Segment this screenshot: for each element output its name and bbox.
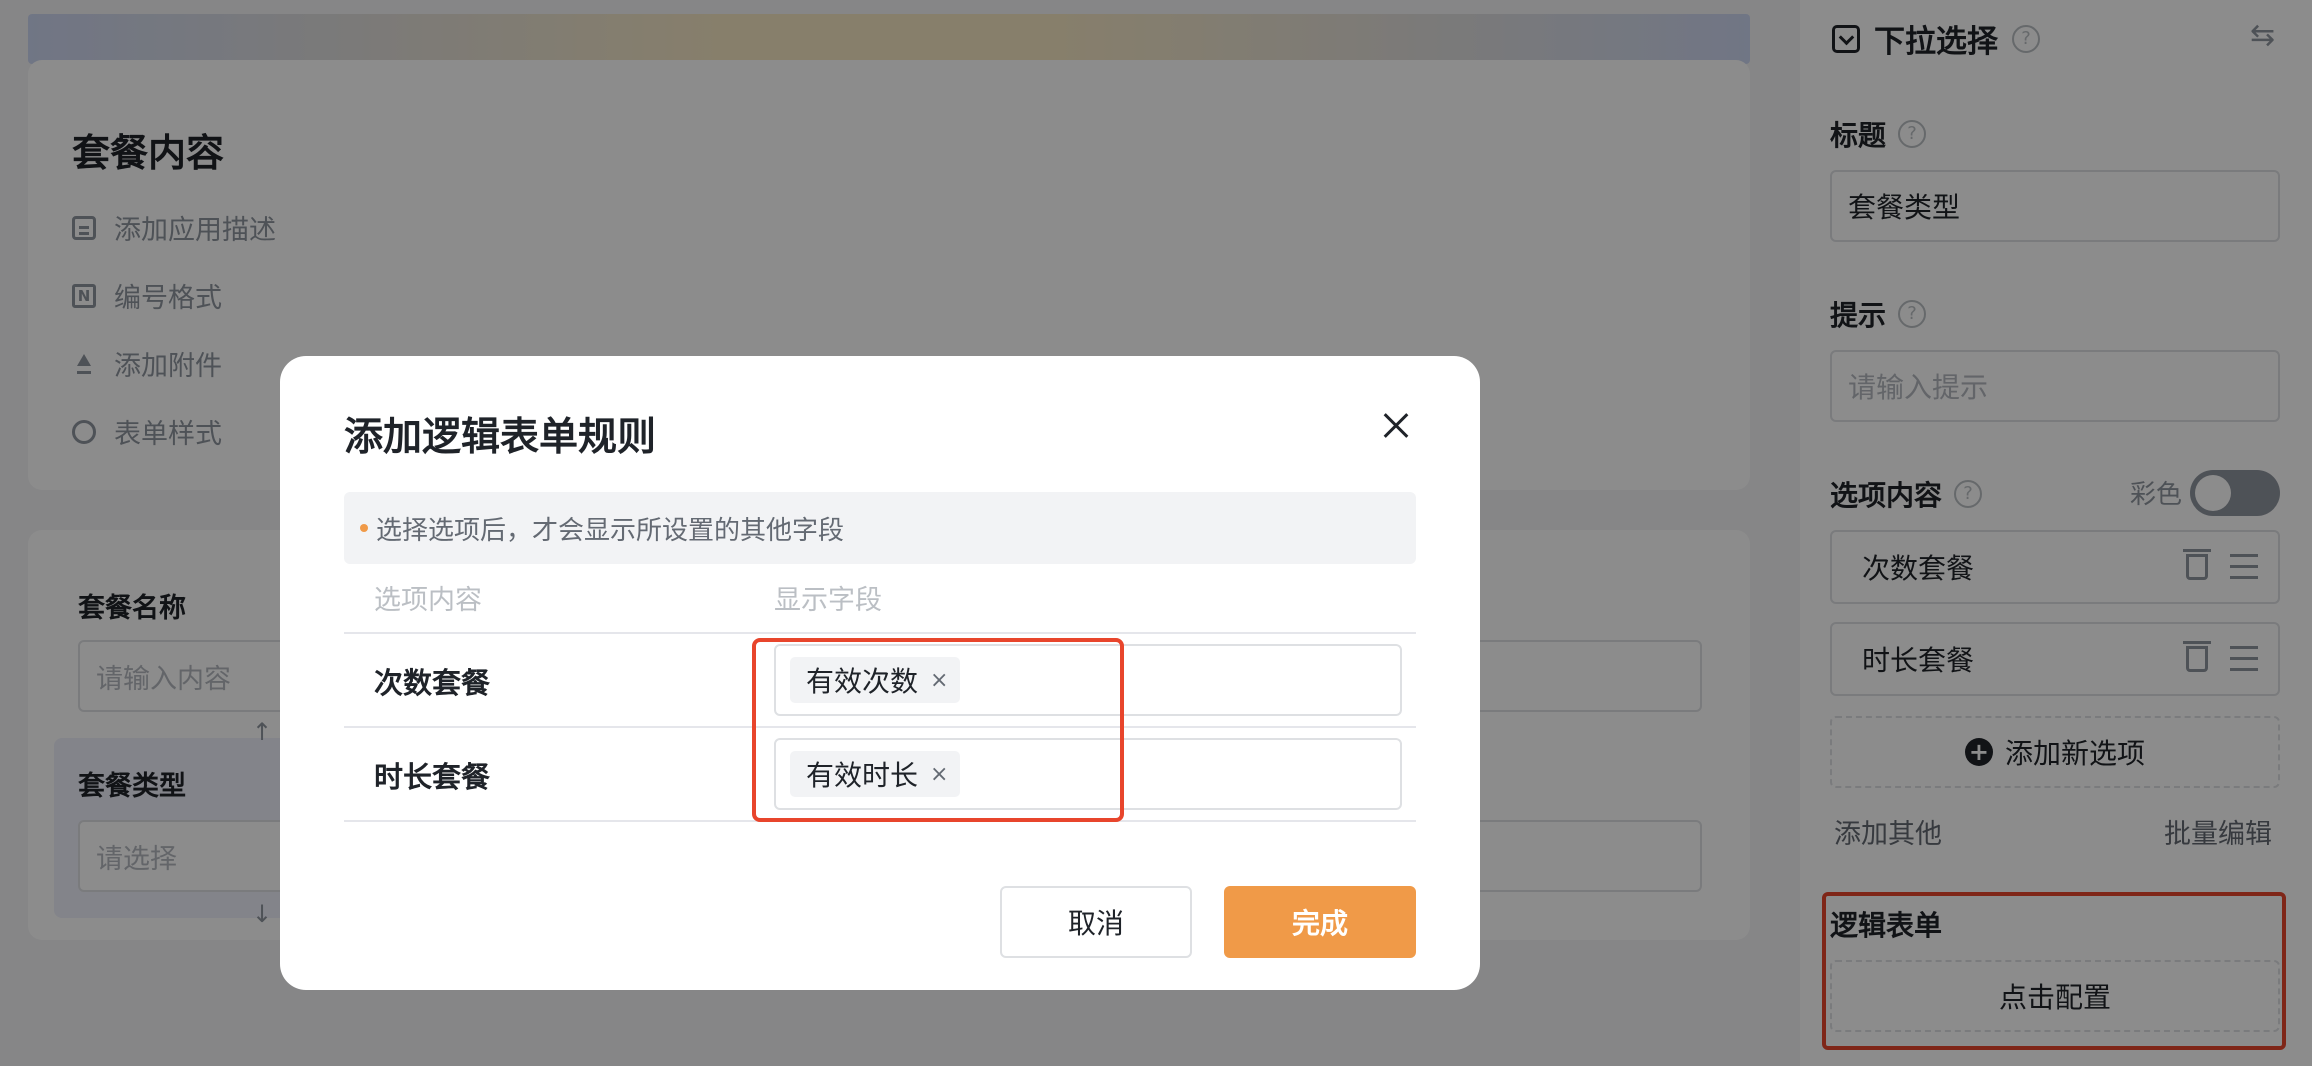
table-divider bbox=[344, 726, 1416, 728]
table-divider bbox=[344, 632, 1416, 634]
display-fields-select[interactable]: 有效时长 × bbox=[774, 738, 1402, 810]
close-icon[interactable] bbox=[1376, 406, 1416, 446]
rule-row-option: 次数套餐 bbox=[374, 666, 491, 700]
tag-remove-icon[interactable]: × bbox=[930, 668, 948, 693]
bullet-dot-icon bbox=[360, 524, 368, 532]
notice-bar: 选择选项后，才会显示所设置的其他字段 bbox=[344, 492, 1416, 564]
column-header-option: 选项内容 bbox=[374, 585, 482, 616]
cancel-button[interactable]: 取消 bbox=[1000, 886, 1192, 958]
table-divider bbox=[344, 820, 1416, 822]
column-header-fields: 显示字段 bbox=[774, 585, 882, 616]
dialog-title: 添加逻辑表单规则 bbox=[344, 415, 657, 460]
rule-row-option: 时长套餐 bbox=[374, 760, 491, 794]
field-tag: 有效次数 × bbox=[790, 657, 961, 703]
done-button[interactable]: 完成 bbox=[1224, 886, 1416, 958]
field-tag: 有效时长 × bbox=[790, 751, 961, 797]
logic-rule-dialog: 添加逻辑表单规则 选择选项后，才会显示所设置的其他字段 选项内容 显示字段 次数… bbox=[280, 356, 1480, 990]
display-fields-select[interactable]: 有效次数 × bbox=[774, 644, 1402, 716]
notice-text: 选择选项后，才会显示所设置的其他字段 bbox=[376, 515, 845, 546]
field-tag-label: 有效时长 bbox=[806, 759, 919, 792]
tag-remove-icon[interactable]: × bbox=[930, 762, 948, 787]
field-tag-label: 有效次数 bbox=[806, 665, 919, 698]
